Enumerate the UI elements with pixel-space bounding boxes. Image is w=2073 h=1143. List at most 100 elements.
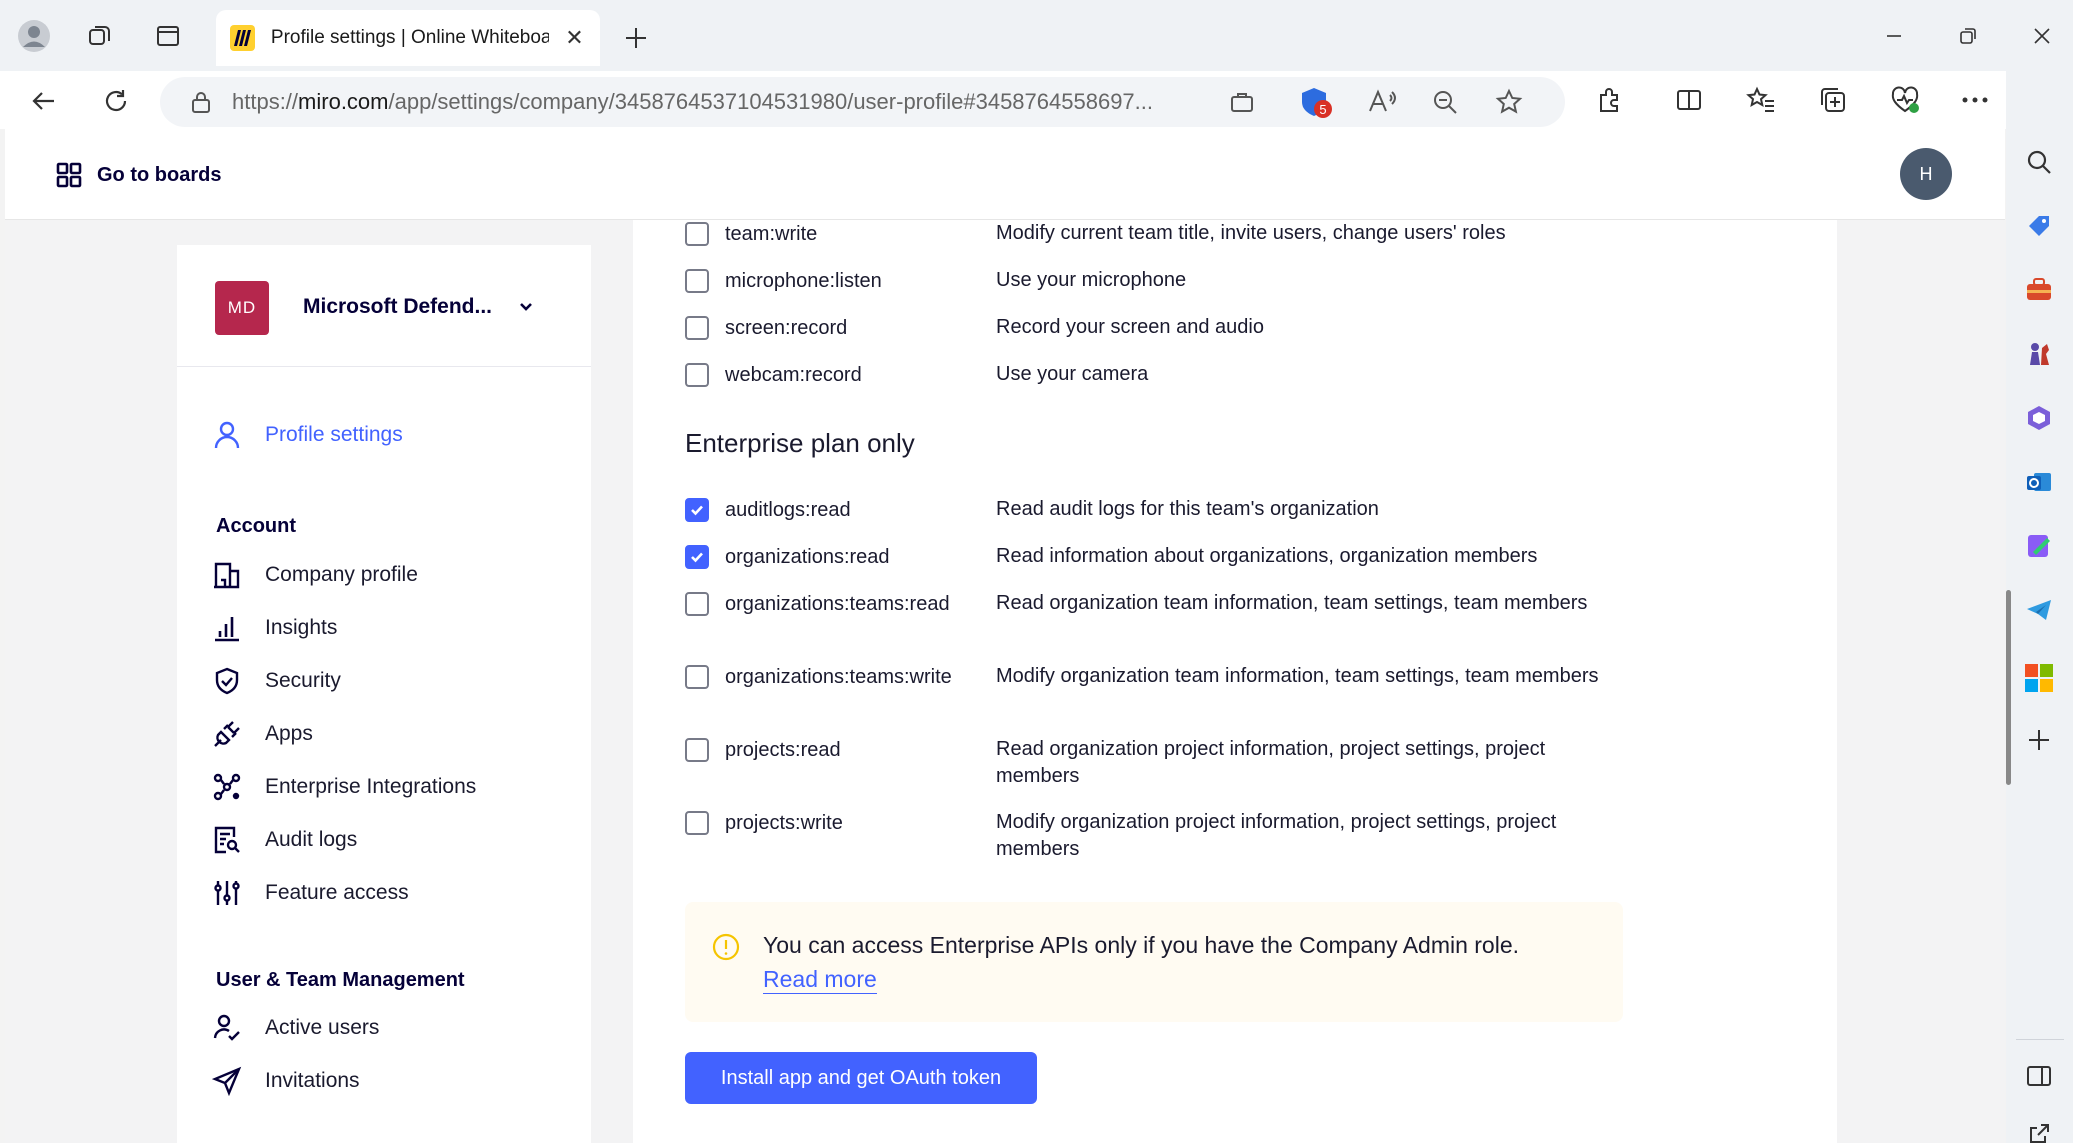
permission-checkbox[interactable]	[685, 316, 709, 340]
sidebar-item-insights[interactable]: Insights	[211, 612, 337, 644]
permission-scope: screen:record	[725, 317, 848, 339]
shield-check-icon	[211, 665, 243, 697]
back-button[interactable]	[24, 81, 64, 121]
search-icon[interactable]	[2022, 145, 2056, 179]
enterprise-section-heading: Enterprise plan only	[685, 428, 915, 458]
org-avatar: MD	[215, 281, 269, 335]
profile-icon[interactable]	[16, 18, 52, 54]
sidebar-item-feature-access[interactable]: Feature access	[211, 877, 409, 909]
enterprise-api-notice: You can access Enterprise APIs only if y…	[685, 902, 1623, 1022]
permission-description: Use your camera	[996, 363, 1149, 385]
extensions-icon[interactable]	[1590, 81, 1628, 119]
split-screen-icon[interactable]	[1670, 81, 1708, 119]
favorite-star-icon[interactable]	[1492, 85, 1526, 119]
sidebar-item-label: Profile settings	[265, 423, 403, 446]
read-aloud-icon[interactable]	[1365, 85, 1399, 119]
permission-row: screen:record Record your screen and aud…	[685, 314, 1606, 342]
new-tab-button[interactable]	[618, 20, 654, 56]
tab-profile-settings[interactable]: Profile settings | Online Whiteboard ✕	[216, 10, 600, 66]
permission-checkbox[interactable]	[685, 811, 709, 835]
permission-checkbox[interactable]	[685, 222, 709, 246]
settings-sidebar: MD Microsoft Defend... Profile settings …	[177, 245, 591, 1143]
tools-briefcase-icon[interactable]	[2022, 273, 2056, 307]
sidebar-item-enterprise-integrations[interactable]: Enterprise Integrations	[211, 771, 476, 803]
url-host: miro.com	[298, 89, 389, 114]
permission-description: Read audit logs for this team's organiza…	[996, 498, 1379, 520]
browser-tab-bar: Profile settings | Online Whiteboard ✕	[0, 0, 2073, 71]
open-external-icon[interactable]	[2022, 1117, 2056, 1143]
app-available-icon[interactable]	[1225, 85, 1259, 119]
sidebar-item-label: Invitations	[265, 1069, 360, 1092]
permission-checkbox[interactable]	[685, 592, 709, 616]
permission-row: projects:write Modify organization proje…	[685, 809, 1606, 863]
favorites-icon[interactable]	[1742, 81, 1780, 119]
url-field[interactable]: https://miro.com/app/settings/company/34…	[160, 77, 1565, 127]
permission-checkbox[interactable]	[685, 269, 709, 293]
zoom-out-icon[interactable]	[1428, 85, 1462, 119]
permission-scope: organizations:teams:write	[725, 666, 952, 688]
permission-row: auditlogs:read Read audit logs for this …	[685, 496, 1606, 524]
refresh-button[interactable]	[96, 81, 136, 121]
checkmark-icon	[691, 552, 703, 563]
sidebar-item-profile-settings[interactable]: Profile settings	[211, 419, 403, 451]
top-navigation: Go to boards H	[5, 129, 2005, 220]
collections-icon[interactable]	[1814, 81, 1852, 119]
user-avatar[interactable]: H	[1900, 148, 1952, 200]
permission-checkbox[interactable]	[685, 498, 709, 522]
sidebar-item-active-users[interactable]: Active users	[211, 1012, 379, 1044]
sidebar-item-company-profile[interactable]: Company profile	[211, 559, 418, 591]
minimize-icon[interactable]	[1874, 18, 1914, 54]
workspaces-icon[interactable]	[82, 18, 118, 54]
sidebar-item-label: Enterprise Integrations	[265, 775, 477, 798]
plug-icon	[211, 718, 243, 750]
outlook-icon[interactable]	[2022, 465, 2056, 499]
shopping-tag-icon[interactable]	[2022, 209, 2056, 243]
permission-scope: microphone:listen	[725, 270, 882, 292]
designer-icon[interactable]	[2022, 529, 2056, 563]
permission-checkbox[interactable]	[685, 363, 709, 387]
bar-chart-icon	[211, 612, 243, 644]
organization-switcher[interactable]: MD Microsoft Defend...	[177, 245, 591, 367]
go-to-boards-link[interactable]: Go to boards	[55, 161, 221, 189]
browser-essentials-icon[interactable]: 5	[1300, 85, 1334, 119]
read-more-link[interactable]: Read more	[763, 966, 877, 994]
url-path: /app/settings/company/345876453710453198…	[388, 89, 1154, 114]
chevron-down-icon	[517, 297, 535, 315]
permission-description: Read information about organizations, or…	[996, 545, 1538, 567]
address-bar: https://miro.com/app/settings/company/34…	[0, 71, 2073, 129]
restore-icon[interactable]	[1948, 18, 1988, 54]
lock-icon[interactable]	[190, 90, 220, 114]
hide-sidebar-icon[interactable]	[2022, 1059, 2056, 1093]
notice-text: You can access Enterprise APIs only if y…	[763, 932, 1520, 958]
tab-close-icon[interactable]: ✕	[563, 25, 586, 51]
permission-checkbox[interactable]	[685, 738, 709, 762]
tab-actions-icon[interactable]	[150, 18, 186, 54]
permission-description: Record your screen and audio	[996, 316, 1264, 338]
tab-title: Profile settings | Online Whiteboard	[270, 27, 549, 48]
sidebar-divider	[2016, 1039, 2064, 1040]
telegram-send-icon[interactable]	[2022, 593, 2056, 627]
sidebar-item-apps[interactable]: Apps	[211, 718, 313, 750]
permission-checkbox[interactable]	[685, 665, 709, 689]
games-chess-icon[interactable]	[2022, 337, 2056, 371]
sidebar-item-label: Company profile	[265, 563, 418, 586]
microsoft-365-icon[interactable]	[2022, 401, 2056, 435]
permission-checkbox[interactable]	[685, 545, 709, 569]
checkmark-icon	[691, 505, 703, 516]
more-options-icon[interactable]	[1956, 81, 1994, 119]
browser-health-icon[interactable]	[1886, 81, 1924, 119]
permission-row: microphone:listen Use your microphone	[685, 267, 1606, 295]
sidebar-item-label: Audit logs	[265, 828, 358, 851]
sidebar-item-security[interactable]: Security	[211, 665, 341, 697]
permission-row: organizations:read Read information abou…	[685, 543, 1606, 571]
permission-description: Read organization team information, team…	[996, 592, 1588, 614]
office-apps-icon[interactable]	[2022, 661, 2056, 695]
sidebar-item-invitations[interactable]: Invitations	[211, 1065, 360, 1097]
permission-description: Modify organization project information,…	[996, 811, 1557, 860]
install-app-button[interactable]: Install app and get OAuth token	[685, 1052, 1037, 1104]
user-icon	[211, 419, 243, 451]
sidebar-item-audit-logs[interactable]: Audit logs	[211, 824, 357, 856]
close-window-icon[interactable]	[2022, 18, 2062, 54]
page-scrollbar-thumb[interactable]	[2006, 590, 2011, 785]
add-sidebar-app-icon[interactable]	[2022, 723, 2056, 757]
